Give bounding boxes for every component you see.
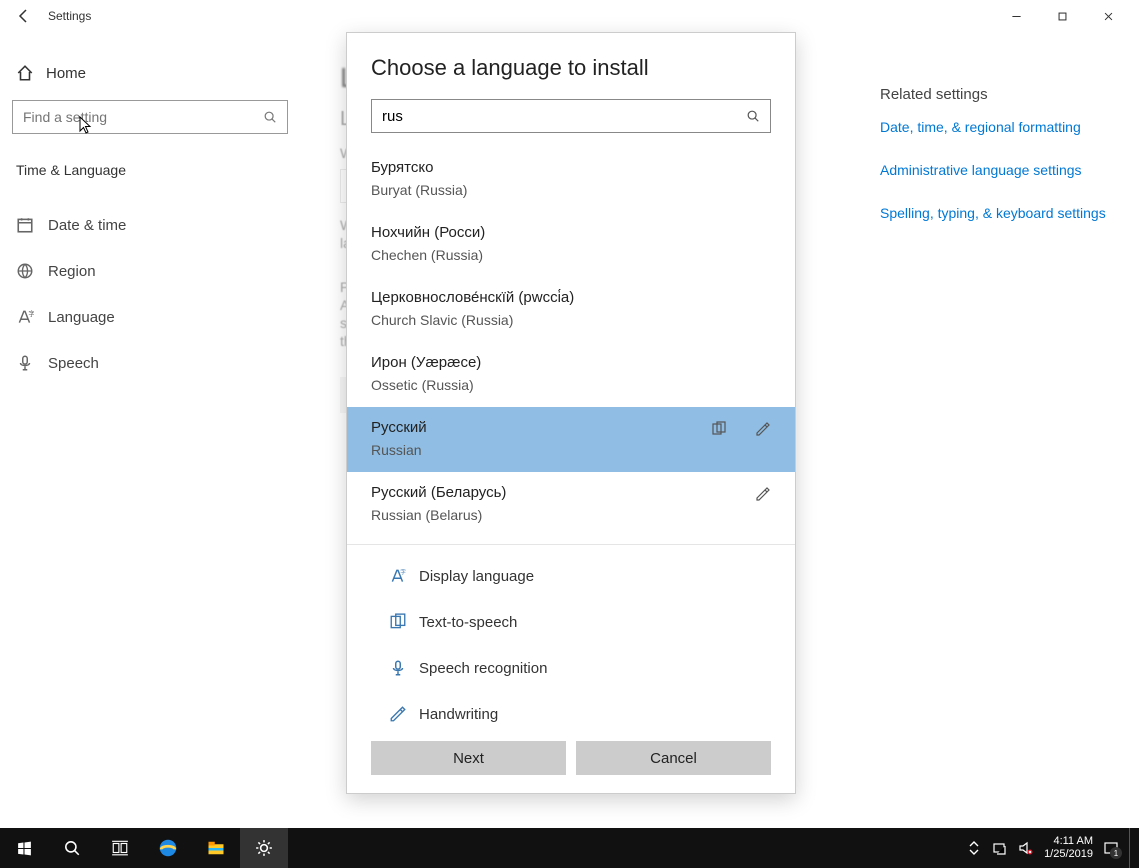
settings-window: Settings Home Time & Language Date & tim… [0, 0, 1139, 868]
feature-legend: Display language Text-to-speech Speech r… [371, 555, 771, 741]
related-link-spelling[interactable]: Spelling, typing, & keyboard settings [880, 203, 1120, 224]
taskbar[interactable]: 4:11 AM 1/25/2019 1 [0, 828, 1139, 868]
sidebar-section-title: Time & Language [12, 162, 288, 178]
related-settings: Related settings Date, time, & regional … [880, 86, 1120, 246]
legend-display-language: Display language [389, 567, 569, 585]
maximize-button[interactable] [1039, 0, 1085, 32]
language-item[interactable]: Русский (Беларусь) Russian (Belarus) [347, 472, 795, 537]
search-icon [746, 109, 760, 123]
language-icon [16, 308, 34, 326]
language-native: Церковнослове́нскїй (рwссі́а) [371, 289, 771, 306]
sidebar: Home Time & Language Date & time Region … [0, 32, 300, 828]
related-heading: Related settings [880, 86, 1120, 103]
sidebar-item-language[interactable]: Language [12, 294, 288, 340]
language-item[interactable]: Церковнослове́нскїй (рwссі́а) Church Sla… [347, 277, 795, 342]
hw-icon [755, 421, 771, 437]
language-item[interactable]: Нохчийн (Росси) Chechen (Russia) [347, 212, 795, 277]
task-view-button[interactable] [96, 828, 144, 868]
home-icon [16, 64, 34, 82]
language-search[interactable] [371, 99, 771, 133]
tts-icon [711, 421, 727, 437]
language-native: Русский (Беларусь) [371, 484, 771, 501]
minimize-button[interactable] [993, 0, 1039, 32]
taskbar-settings-button[interactable] [240, 828, 288, 868]
titlebar: Settings [0, 0, 1139, 32]
sidebar-item-label: Language [48, 309, 115, 326]
language-search-input[interactable] [382, 108, 746, 125]
language-item[interactable]: Русский (Казахстан) Russian (Kazakhstan) [347, 537, 795, 545]
related-link-date-format[interactable]: Date, time, & regional formatting [880, 117, 1120, 138]
cancel-button[interactable]: Cancel [576, 741, 771, 775]
language-item[interactable]: Ирон (Уæрæсе) Ossetic (Russia) [347, 342, 795, 407]
globe-icon [16, 262, 34, 280]
mic-icon [16, 354, 34, 372]
sidebar-item-label: Speech [48, 355, 99, 372]
taskbar-ie-button[interactable] [144, 828, 192, 868]
home-link[interactable]: Home [12, 54, 288, 100]
window-title: Settings [48, 9, 993, 23]
home-label: Home [46, 65, 86, 82]
legend-handwriting: Handwriting [389, 705, 569, 723]
action-center-button[interactable]: 1 [1103, 840, 1119, 856]
legend-speech-recognition: Speech recognition [389, 659, 569, 677]
system-clock[interactable]: 4:11 AM 1/25/2019 [1044, 835, 1093, 861]
sidebar-item-label: Region [48, 263, 96, 280]
language-native: Нохчийн (Росси) [371, 224, 771, 241]
language-native: Ирон (Уæрæсе) [371, 354, 771, 371]
clock-time: 4:11 AM [1044, 835, 1093, 848]
tray-volume-icon[interactable] [1018, 840, 1034, 856]
legend-text-to-speech: Text-to-speech [389, 613, 569, 631]
search-icon [263, 110, 277, 124]
sidebar-item-speech[interactable]: Speech [12, 340, 288, 386]
next-button[interactable]: Next [371, 741, 566, 775]
install-language-dialog: Choose a language to install Бурятско Bu… [346, 32, 796, 794]
start-button[interactable] [0, 828, 48, 868]
language-english: Buryat (Russia) [371, 182, 771, 198]
language-english: Church Slavic (Russia) [371, 312, 771, 328]
language-english: Ossetic (Russia) [371, 377, 771, 393]
close-button[interactable] [1085, 0, 1131, 32]
tray-updown-icon[interactable] [966, 840, 982, 856]
sidebar-item-date-time[interactable]: Date & time [12, 202, 288, 248]
related-link-admin-lang[interactable]: Administrative language settings [880, 160, 1120, 181]
calendar-icon [16, 216, 34, 234]
sidebar-item-label: Date & time [48, 217, 126, 234]
taskbar-explorer-button[interactable] [192, 828, 240, 868]
clock-date: 1/25/2019 [1044, 848, 1093, 861]
sidebar-search[interactable] [12, 100, 288, 134]
language-english: Chechen (Russia) [371, 247, 771, 263]
back-button[interactable] [8, 0, 40, 32]
sidebar-search-input[interactable] [23, 109, 263, 125]
hw-icon [755, 486, 771, 502]
dialog-title: Choose a language to install [371, 55, 771, 81]
taskbar-search-button[interactable] [48, 828, 96, 868]
language-english: Russian (Belarus) [371, 507, 771, 523]
language-item[interactable]: Русский Russian [347, 407, 795, 472]
language-item[interactable]: Бурятско Buryat (Russia) [347, 147, 795, 212]
sidebar-item-region[interactable]: Region [12, 248, 288, 294]
notif-badge: 1 [1110, 847, 1122, 859]
tray-network-icon[interactable] [992, 840, 1008, 856]
language-native: Бурятско [371, 159, 771, 176]
show-desktop-button[interactable] [1129, 828, 1135, 868]
language-english: Russian [371, 442, 771, 458]
language-list[interactable]: Бурятско Buryat (Russia) Нохчийн (Росси)… [347, 147, 795, 545]
